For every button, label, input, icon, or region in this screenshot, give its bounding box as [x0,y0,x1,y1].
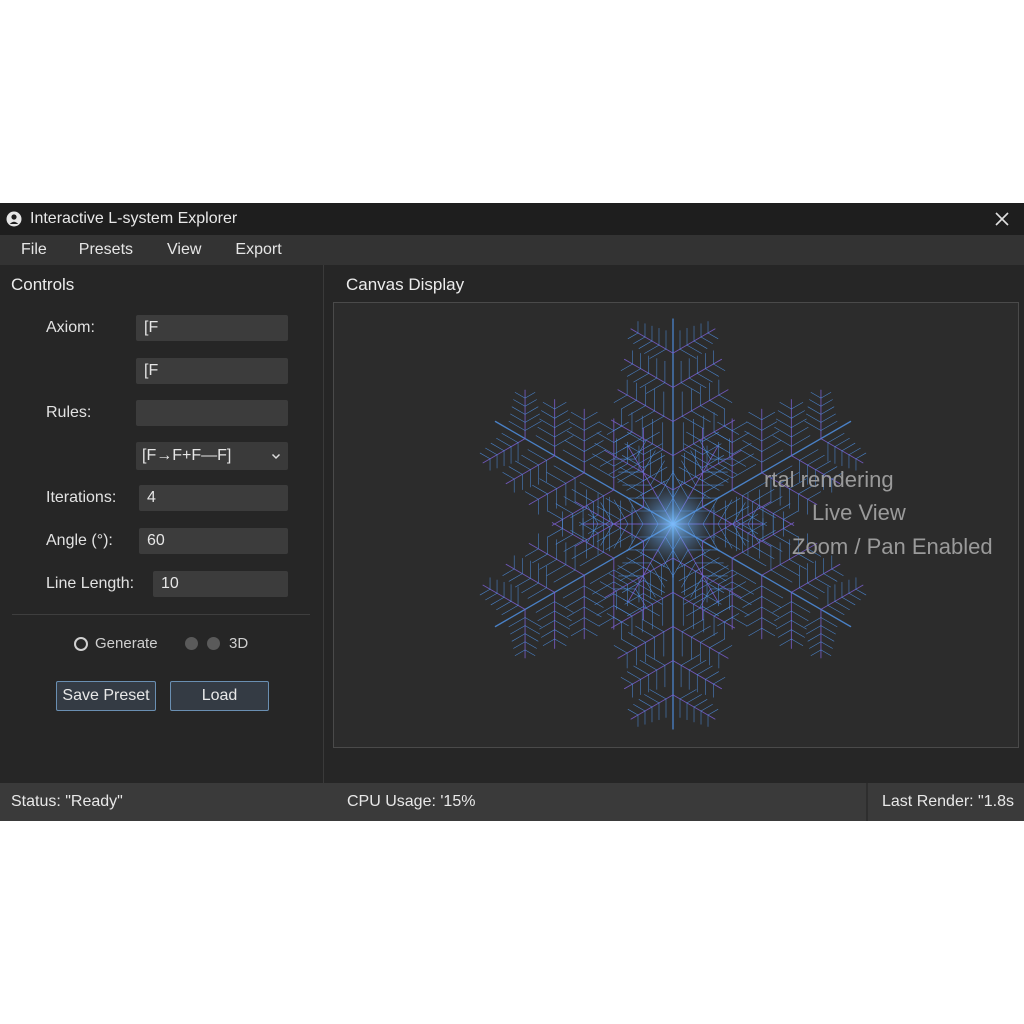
menu-view[interactable]: View [167,241,235,259]
controls-panel: Controls Axiom: Rules: [F→F+F—F] Iterati… [0,265,324,783]
iterations-input[interactable] [139,485,288,511]
radio-dot-icon [207,637,220,650]
status-bar: Status: "Ready" CPU Usage: '15% Last Ren… [0,783,1024,821]
rules-select-value: [F→F+F—F] [142,447,232,464]
menu-bar: File Presets View Export [0,235,1024,265]
chevron-down-icon [271,453,281,460]
overlay-text-rendering: rtal rendering [764,467,894,492]
app-logo-icon [6,211,22,227]
controls-title: Controls [11,275,75,294]
menu-presets[interactable]: Presets [79,241,167,259]
cpu-usage-text: CPU Usage: '15% [347,793,476,810]
rules-label: Rules: [46,404,92,421]
snowflake-fractal [479,318,867,730]
mode-3d-label: 3D [229,635,249,652]
canvas-title: Canvas Display [346,275,465,294]
menu-export[interactable]: Export [235,241,297,259]
divider [12,614,310,615]
save-preset-button[interactable]: Save Preset [56,681,156,711]
canvas-panel: Canvas Display rtal rendering Live View … [325,265,1024,783]
close-icon [995,212,1009,226]
axiom-label: Axiom: [46,319,95,336]
mode-3d-radio[interactable]: 3D [185,635,248,652]
angle-input[interactable] [139,528,288,554]
axiom-input[interactable] [136,315,288,341]
iterations-label: Iterations: [46,489,117,506]
app-window: Interactive L-system Explorer File Prese… [0,203,1024,821]
rules-select[interactable]: [F→F+F—F] [136,442,288,470]
angle-label: Angle (°): [46,532,113,549]
radio-circle-icon [74,636,88,651]
generate-label: Generate [95,635,158,652]
title-bar: Interactive L-system Explorer [0,203,1024,235]
canvas-display[interactable]: rtal rendering Live View Zoom / Pan Enab… [333,302,1019,748]
close-button[interactable] [990,207,1014,231]
status-text: Status: "Ready" [11,793,123,810]
generate-radio[interactable]: Generate [74,635,158,652]
window-title: Interactive L-system Explorer [30,210,238,227]
overlay-text-zoom-pan: Zoom / Pan Enabled [792,534,993,559]
menu-file[interactable]: File [21,241,79,259]
status-separator [866,783,868,821]
radio-dot-icon [185,637,198,650]
axiom-input-2[interactable] [136,358,288,384]
rules-input[interactable] [136,400,288,426]
line-length-label: Line Length: [46,575,135,592]
overlay-text-live-view: Live View [812,500,906,525]
load-button[interactable]: Load [170,681,269,711]
line-length-input[interactable] [153,571,288,597]
last-render-text: Last Render: "1.8s [882,793,1014,810]
